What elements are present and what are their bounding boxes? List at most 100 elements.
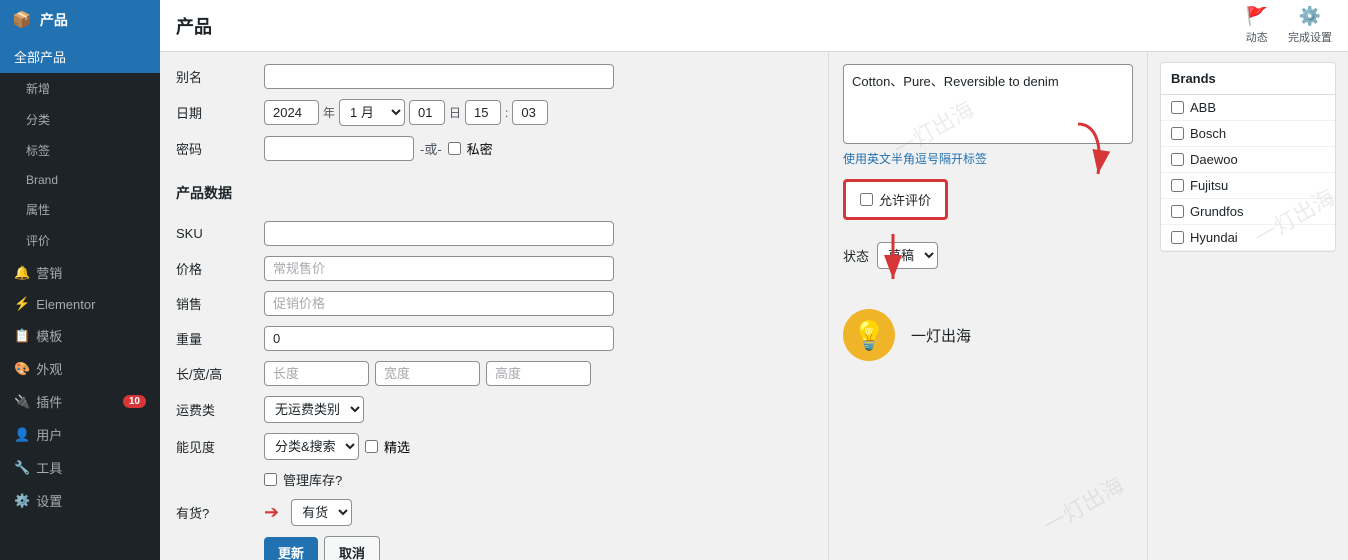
- list-item[interactable]: Bosch: [1161, 121, 1335, 147]
- plugins-icon: 🔌: [14, 394, 30, 410]
- status-label: 状态: [843, 246, 869, 265]
- elementor-icon: ⚡: [14, 296, 30, 312]
- topbar-actions: 🚩 动态 ⚙️ 完成设置: [1246, 6, 1332, 45]
- manage-stock-checkbox[interactable]: [264, 473, 277, 486]
- weight-input[interactable]: [264, 326, 614, 351]
- brand-label: Fujitsu: [1190, 178, 1228, 193]
- red-arrow-svg: [1033, 119, 1123, 189]
- sidebar-item-appearance[interactable]: 🎨 外观: [0, 352, 160, 385]
- brand-checkbox-abb[interactable]: [1171, 101, 1184, 114]
- day-input[interactable]: [409, 100, 445, 125]
- list-item[interactable]: Daewoo: [1161, 147, 1335, 173]
- list-item[interactable]: Fujitsu: [1161, 173, 1335, 199]
- price-input[interactable]: [264, 256, 614, 281]
- sidebar-item-label: 新增: [26, 80, 50, 97]
- update-button[interactable]: 更新: [264, 537, 318, 560]
- in-stock-row: 有货? ➔ 有货: [176, 499, 812, 526]
- private-label: 私密: [467, 139, 493, 158]
- appearance-icon: 🎨: [14, 361, 30, 377]
- activity-button[interactable]: 🚩 动态: [1246, 6, 1268, 45]
- list-item[interactable]: ABB: [1161, 95, 1335, 121]
- brand-checkbox-hyundai[interactable]: [1171, 231, 1184, 244]
- alias-input[interactable]: [264, 64, 614, 89]
- sidebar-item-templates[interactable]: 📋 模板: [0, 319, 160, 352]
- sidebar-item-label: Brand: [26, 173, 58, 187]
- sidebar-header[interactable]: 📦 产品: [0, 0, 160, 40]
- sidebar-item-settings[interactable]: ⚙️ 设置: [0, 484, 160, 517]
- sidebar-item-tools[interactable]: 🔧 工具: [0, 451, 160, 484]
- page-title: 产品: [176, 13, 212, 39]
- sidebar-header-title: 产品: [40, 10, 68, 30]
- brands-list: ABB Bosch Daewoo Fujitsu: [1161, 95, 1335, 251]
- price-row: 价格: [176, 256, 812, 281]
- allow-review-checkbox[interactable]: [860, 193, 873, 206]
- brand-label: ABB: [1190, 100, 1216, 115]
- annotation-area: 💡 一灯出海: [843, 309, 1133, 361]
- sidebar-item-elementor[interactable]: ⚡ Elementor: [0, 289, 160, 319]
- password-row: 密码 -或- 私密: [176, 136, 812, 161]
- password-or: -或-: [420, 139, 442, 158]
- sidebar-item-label: 评价: [26, 232, 50, 249]
- password-label: 密码: [176, 139, 256, 158]
- sidebar-item-label: 分类: [26, 111, 50, 128]
- featured-checkbox[interactable]: [365, 440, 378, 453]
- watermark-bottom: 一灯出海: [1037, 468, 1129, 540]
- sale-input[interactable]: [264, 291, 614, 316]
- height-input[interactable]: [486, 361, 591, 386]
- day-sep: 日: [449, 104, 461, 121]
- sidebar-item-reviews[interactable]: 评价: [0, 225, 160, 256]
- middle-panel: 一灯出海 Cotton、Pure、Reversible to denim 使用英…: [828, 52, 1148, 560]
- brand-checkbox-grundfos[interactable]: [1171, 205, 1184, 218]
- visibility-row: 能见度 分类&搜索 精选: [176, 433, 812, 460]
- sidebar-item-marketing[interactable]: 🔔 营销: [0, 256, 160, 289]
- brand-checkbox-bosch[interactable]: [1171, 127, 1184, 140]
- brand-label: Grundfos: [1190, 204, 1243, 219]
- weight-row: 重量: [176, 326, 812, 351]
- shipping-select[interactable]: 无运费类别: [264, 396, 364, 423]
- sidebar-item-category[interactable]: 分类: [0, 104, 160, 135]
- year-input[interactable]: [264, 100, 319, 125]
- sidebar-nav: 全部产品 新增 分类 标签 Brand 属性 评价 🔔 营销 ⚡ Element…: [0, 40, 160, 560]
- sidebar-item-attributes[interactable]: 属性: [0, 194, 160, 225]
- annotation-text: 一灯出海: [911, 325, 971, 346]
- sidebar-item-new[interactable]: 新增: [0, 73, 160, 104]
- sku-row: SKU: [176, 221, 812, 246]
- plugins-badge: 10: [123, 395, 146, 408]
- brand-checkbox-daewoo[interactable]: [1171, 153, 1184, 166]
- sale-row: 销售: [176, 291, 812, 316]
- finish-setup-button[interactable]: ⚙️ 完成设置: [1288, 6, 1332, 45]
- sidebar-item-plugins[interactable]: 🔌 插件 10: [0, 385, 160, 418]
- manage-stock-row: 管理库存?: [176, 470, 812, 489]
- list-item[interactable]: Grundfos: [1161, 199, 1335, 225]
- dimensions-label: 长/宽/高: [176, 364, 256, 383]
- visibility-select[interactable]: 分类&搜索: [264, 433, 359, 460]
- in-stock-select[interactable]: 有货: [291, 499, 352, 526]
- month-select[interactable]: 1 月2 月3 月 4 月5 月6 月 7 月8 月9 月 10 月11 月12…: [339, 99, 405, 126]
- product-icon: 📦: [12, 10, 32, 30]
- brand-checkbox-fujitsu[interactable]: [1171, 179, 1184, 192]
- product-data-header: 产品数据: [176, 171, 812, 211]
- bulb-icon: 💡: [843, 309, 895, 361]
- activity-icon: 🚩: [1246, 6, 1268, 27]
- list-item[interactable]: Hyundai: [1161, 225, 1335, 251]
- alias-label: 别名: [176, 67, 256, 86]
- sidebar-item-all-products[interactable]: 全部产品: [0, 40, 160, 73]
- cancel-button[interactable]: 取消: [324, 536, 380, 560]
- sidebar-item-tag[interactable]: 标签: [0, 135, 160, 166]
- sidebar-item-users[interactable]: 👤 用户: [0, 418, 160, 451]
- allow-review-box: 允许评价: [843, 179, 948, 220]
- sidebar: 📦 产品 全部产品 新增 分类 标签 Brand 属性 评价 🔔 营销 ⚡: [0, 0, 160, 560]
- form-actions: 更新 取消: [176, 536, 812, 560]
- sku-input[interactable]: [264, 221, 614, 246]
- visibility-label: 能见度: [176, 437, 256, 456]
- hour-input[interactable]: [465, 100, 501, 125]
- sidebar-item-label: 标签: [26, 142, 50, 159]
- width-input[interactable]: [375, 361, 480, 386]
- private-checkbox[interactable]: [448, 142, 461, 155]
- min-input[interactable]: [512, 100, 548, 125]
- length-input[interactable]: [264, 361, 369, 386]
- allow-review-label: 允许评价: [879, 190, 931, 209]
- brand-label: Bosch: [1190, 126, 1226, 141]
- password-input[interactable]: [264, 136, 414, 161]
- sidebar-item-brand[interactable]: Brand: [0, 166, 160, 194]
